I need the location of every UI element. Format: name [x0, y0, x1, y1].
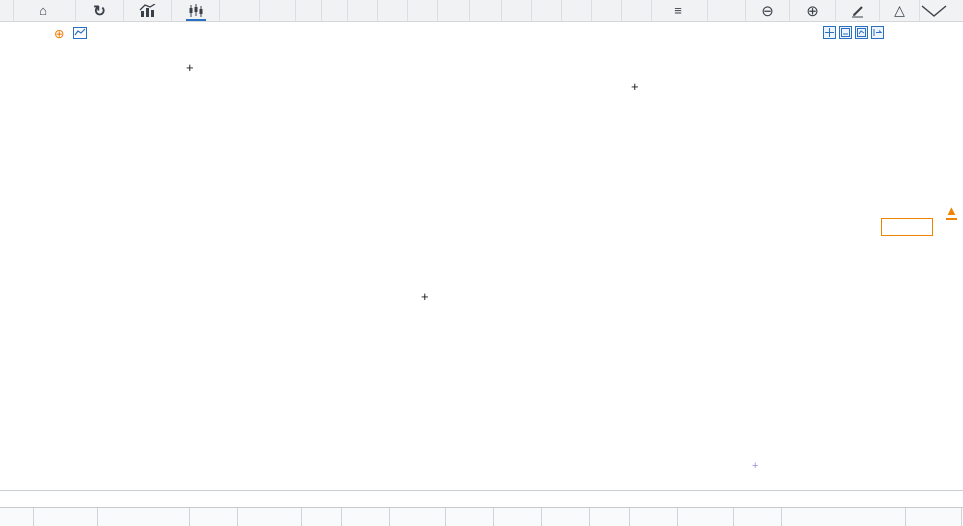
draw-button[interactable]	[836, 0, 880, 21]
tab-settings[interactable]	[906, 508, 962, 526]
x-axis-row	[0, 490, 963, 507]
cross-marker-high-jan: +	[186, 63, 194, 73]
refresh-icon: ↻	[93, 2, 106, 20]
pane-tool-icons	[823, 26, 884, 39]
tab-vip-indicator[interactable]	[98, 508, 190, 526]
period-10m-button[interactable]	[348, 0, 378, 21]
zoom-in-button[interactable]: ⊕	[790, 0, 836, 21]
period-day-button[interactable]	[502, 0, 532, 21]
tab-ma[interactable]	[190, 508, 238, 526]
triangle-icon: △	[894, 2, 905, 19]
active-view-indicator	[186, 19, 206, 21]
period-2h-button[interactable]	[438, 0, 470, 21]
period-month-button[interactable]	[562, 0, 592, 21]
tab-vol[interactable]	[734, 508, 782, 526]
pencil-icon	[850, 4, 865, 18]
more-button[interactable]: ≡	[652, 0, 708, 21]
pane-layout-icon[interactable]	[839, 26, 852, 39]
clipped-tool-icon	[920, 4, 963, 18]
period-60m-button[interactable]	[408, 0, 438, 21]
home-icon: ⌂	[39, 3, 47, 18]
chart-application-window: { "toolbar": { "back": "返回", "home": "首页…	[0, 0, 963, 526]
period-quarter-button[interactable]	[592, 0, 622, 21]
shape-tool-button[interactable]: △	[880, 0, 920, 21]
bar-chart-icon	[139, 4, 156, 18]
symbol-header-bar: ⊕	[0, 22, 963, 44]
refresh-button[interactable]: ↻	[76, 0, 124, 21]
period-4h-button[interactable]	[470, 0, 502, 21]
cross-marker-high-jun: +	[631, 82, 639, 92]
period-5d-button[interactable]	[260, 0, 296, 21]
period-30m-button[interactable]	[378, 0, 408, 21]
crosshair-icon[interactable]	[823, 26, 836, 39]
tab-kdj[interactable]	[494, 508, 542, 526]
period-tick-button[interactable]	[220, 0, 260, 21]
rsi-header	[46, 320, 102, 334]
cross-marker-macd: +	[752, 461, 758, 471]
period-week-button[interactable]	[532, 0, 562, 21]
macd-header	[46, 420, 102, 434]
tab-cci[interactable]	[446, 508, 494, 526]
tab-cr[interactable]	[590, 508, 630, 526]
price-marker-arrow: ▲	[945, 205, 958, 220]
hamburger-icon: ≡	[674, 3, 682, 18]
last-price-badge	[881, 218, 933, 236]
bar-chart-view-button[interactable]	[124, 0, 172, 21]
tab-rsi[interactable]	[542, 508, 590, 526]
zoom-out-icon: ⊖	[761, 2, 774, 20]
mini-chart-icon	[73, 27, 87, 39]
chart-canvas[interactable]	[0, 0, 963, 526]
pane-shift-icon[interactable]	[871, 26, 884, 39]
tab-psy[interactable]	[630, 508, 678, 526]
zoom-in-icon: ⊕	[806, 2, 819, 20]
pane-expand-icon[interactable]	[855, 26, 868, 39]
tab-main-chart[interactable]	[0, 508, 34, 526]
home-button[interactable]: ⌂	[14, 0, 76, 21]
period-1m-button[interactable]	[296, 0, 322, 21]
tab-template[interactable]	[34, 508, 98, 526]
tab-boll[interactable]	[678, 508, 734, 526]
period-year-button[interactable]	[622, 0, 652, 21]
period-5m-button[interactable]	[322, 0, 348, 21]
clipped-tool-button[interactable]	[920, 0, 963, 21]
toolbar: ⌂ ↻ ≡ ⊖ ⊕ △	[0, 0, 963, 22]
tab-macd[interactable]	[238, 508, 302, 526]
tab-pp[interactable]	[302, 508, 342, 526]
cross-marker-low-apr: +	[421, 292, 429, 302]
zoom-out-button[interactable]: ⊖	[746, 0, 790, 21]
back-button[interactable]	[0, 0, 14, 21]
tab-pps[interactable]	[342, 508, 390, 526]
add-indicator-icon[interactable]: ⊕	[54, 26, 64, 41]
tab-ichimoku-cloud[interactable]	[782, 508, 906, 526]
candlestick-view-button[interactable]	[172, 0, 220, 21]
candlestick-icon	[188, 4, 204, 18]
indicator-tab-bar	[0, 507, 963, 526]
tab-bias[interactable]	[390, 508, 446, 526]
formula-button[interactable]	[708, 0, 746, 21]
